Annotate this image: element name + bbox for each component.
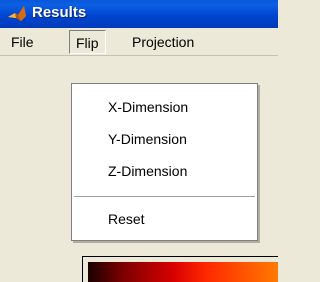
- menu-separator: [74, 196, 255, 197]
- menu-file[interactable]: File: [5, 30, 40, 54]
- flip-dropdown-menu: X-Dimension Y-Dimension Z-Dimension Rese…: [71, 83, 258, 241]
- matlab-icon: [8, 6, 26, 21]
- results-window: Results File Flip Projection X-Dimension…: [0, 0, 278, 282]
- menu-bar: File Flip Projection: [0, 28, 278, 56]
- menu-item-y-dimension[interactable]: Y-Dimension: [72, 124, 257, 154]
- menu-flip[interactable]: Flip: [69, 30, 106, 54]
- menu-item-z-dimension[interactable]: Z-Dimension: [72, 156, 257, 186]
- title-bar[interactable]: Results: [0, 0, 278, 28]
- menu-item-x-dimension[interactable]: X-Dimension: [72, 92, 257, 122]
- window-title: Results: [32, 4, 87, 21]
- menu-projection[interactable]: Projection: [126, 30, 200, 54]
- menu-item-reset[interactable]: Reset: [72, 204, 257, 234]
- plot-image[interactable]: [88, 262, 278, 282]
